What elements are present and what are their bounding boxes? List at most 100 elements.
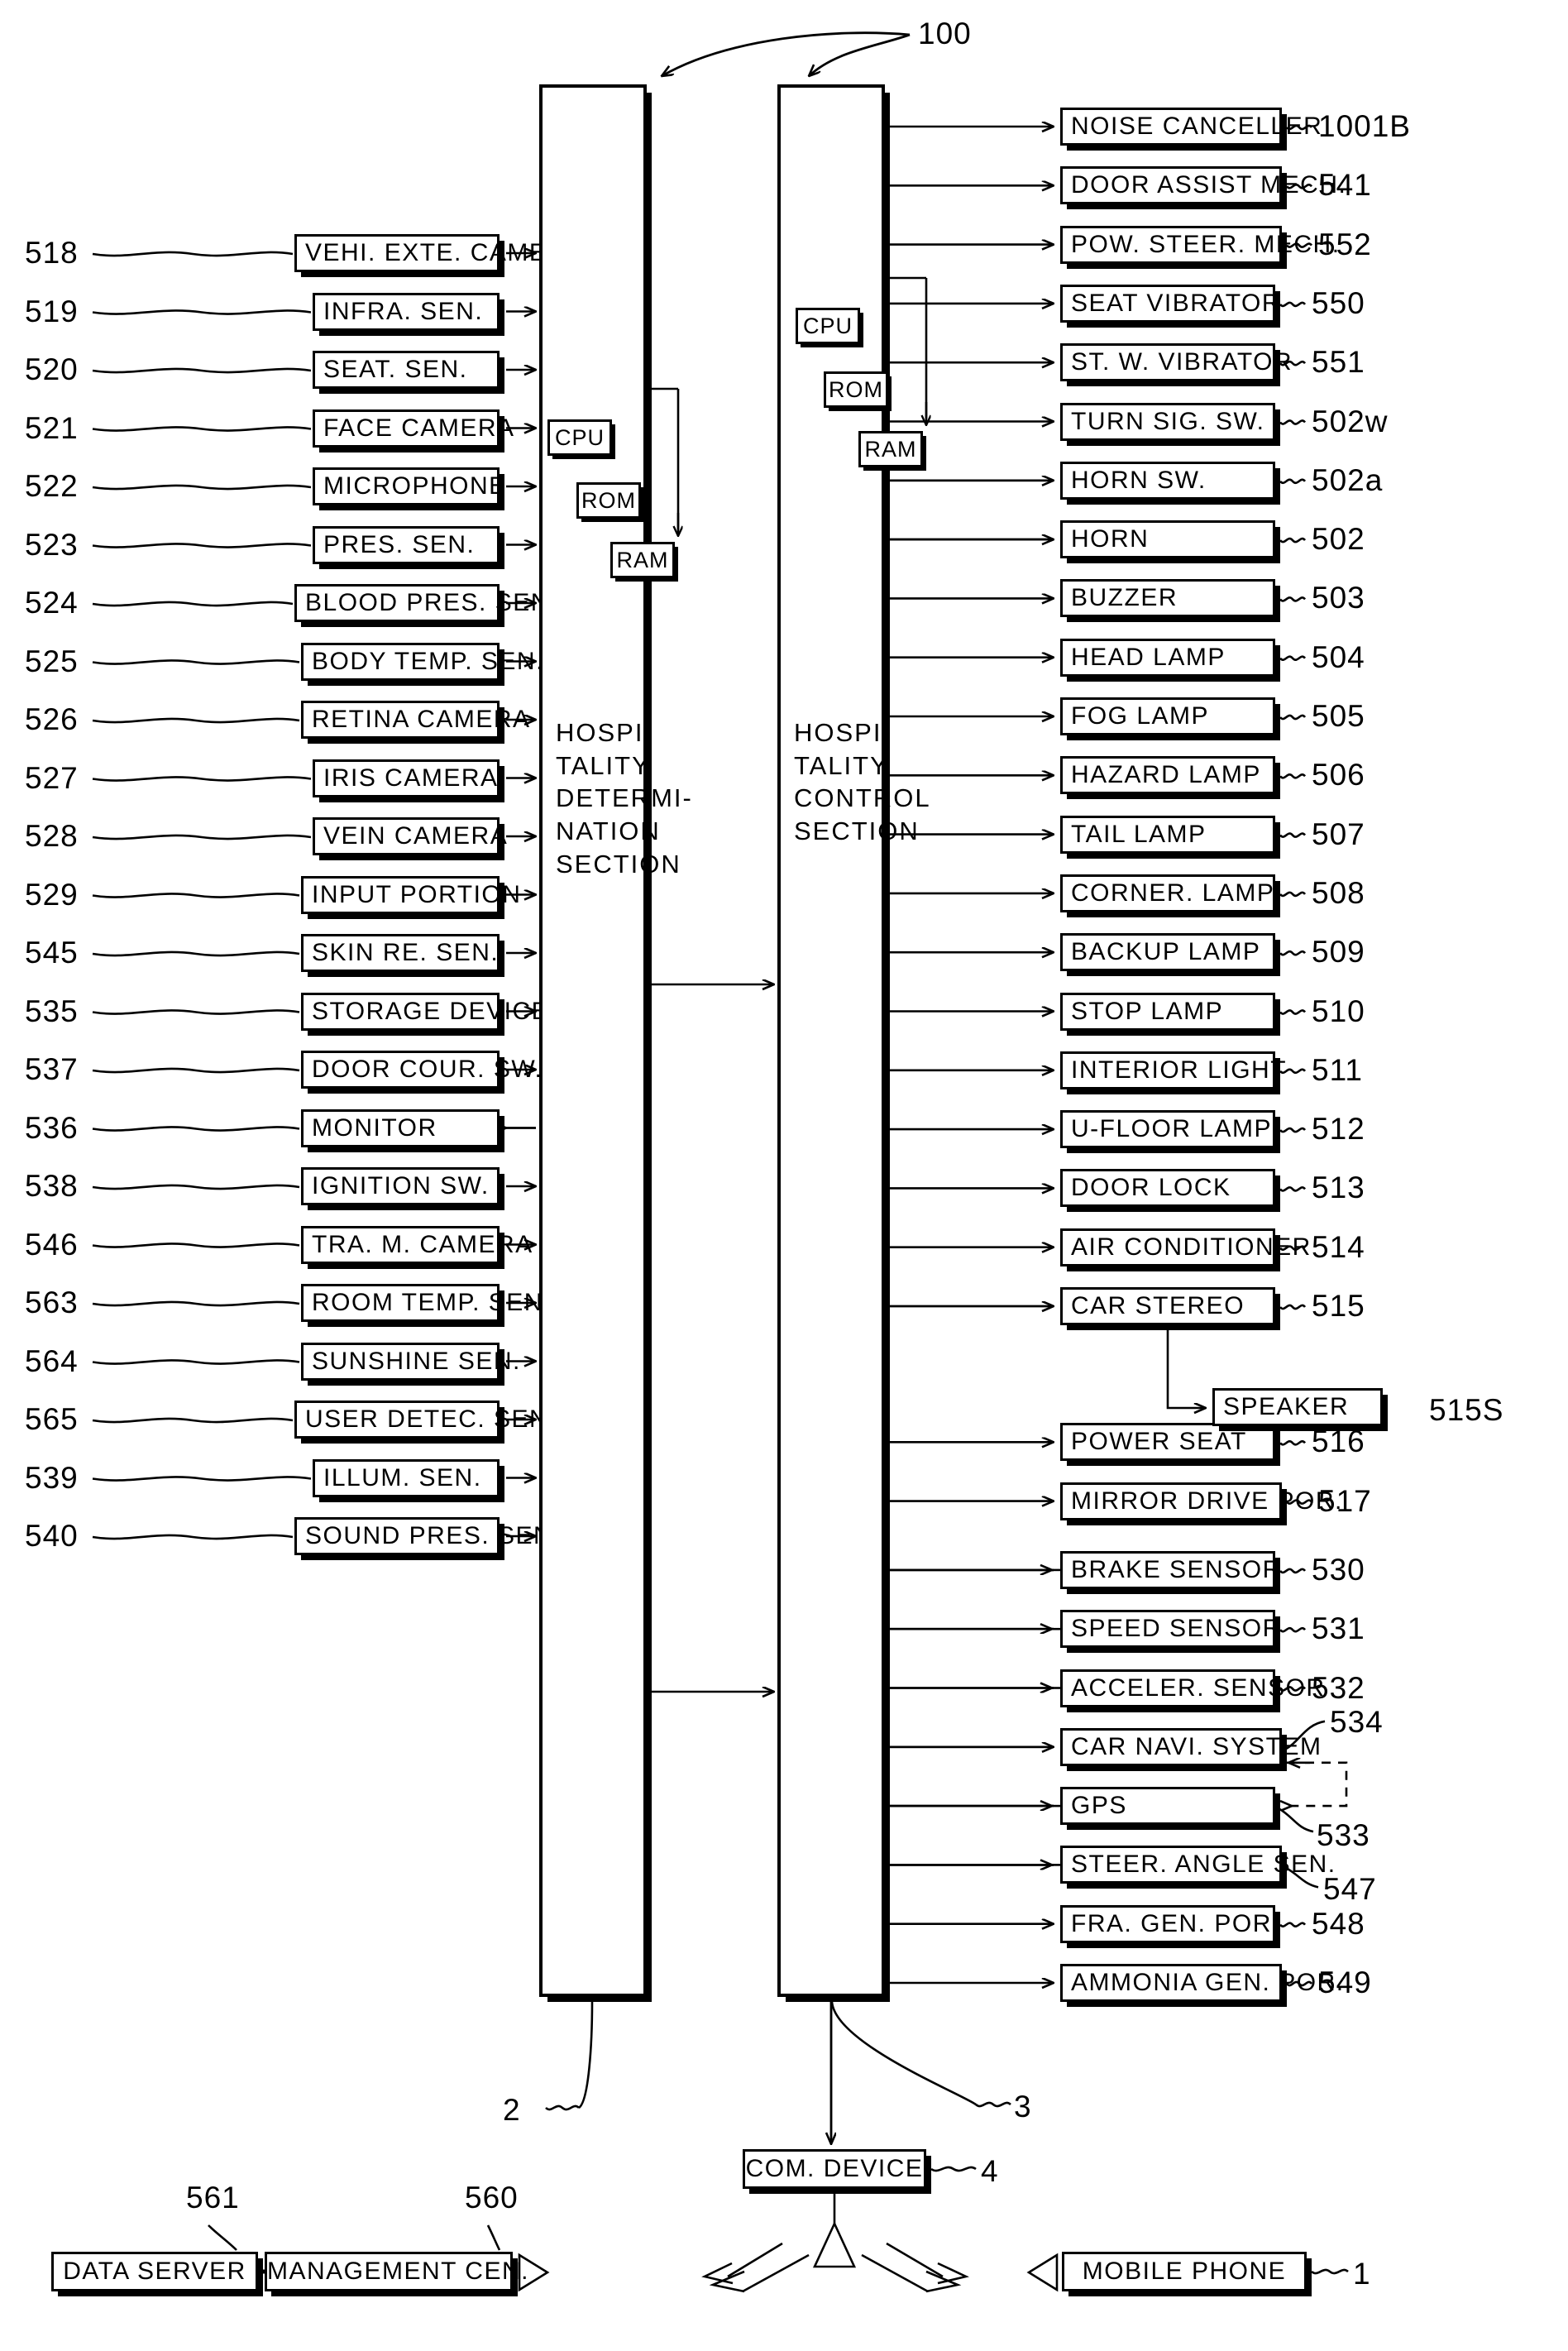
determination-cpu-box: CPU — [547, 419, 612, 456]
management-cen-label: MANAGEMENT CEN. — [267, 2258, 529, 2285]
ref-100: 100 — [918, 17, 972, 50]
input-box-540: SOUND PRES. SEN. — [294, 1517, 560, 1555]
output-label-508: CORNER. LAMP — [1071, 879, 1275, 907]
ref-528: 528 — [25, 819, 79, 853]
input-box-539: ILLUM. SEN. — [313, 1458, 500, 1497]
ref-512: 512 — [1312, 1112, 1365, 1147]
output-label-534: CAR NAVI. SYSTEM — [1071, 1732, 1322, 1760]
speaker-label: SPEAKER — [1223, 1393, 1350, 1420]
input-label-528: VEIN CAMERA — [323, 822, 509, 850]
ref-537: 537 — [25, 1052, 79, 1086]
determination-ram-box: RAM — [610, 542, 675, 578]
control-rom-box: ROM — [824, 371, 888, 408]
input-label-519: INFRA. SEN. — [323, 297, 484, 325]
mobile-phone-label: MOBILE PHONE — [1082, 2258, 1287, 2285]
output-label-552: POW. STEER. MECH. — [1071, 230, 1341, 258]
input-label-537: DOOR COUR. SW. — [312, 1056, 543, 1083]
ref-510: 510 — [1312, 994, 1365, 1028]
output-label-515: CAR STEREO — [1071, 1292, 1245, 1319]
input-label-524: BLOOD PRES. SEN. — [305, 589, 558, 616]
determination-rom-box: ROM — [576, 482, 641, 519]
output-box-510: STOP LAMP — [1060, 992, 1275, 1031]
input-box-563: ROOM TEMP. SEN. — [301, 1284, 550, 1322]
ref-565: 565 — [25, 1402, 79, 1436]
output-label-511: INTERIOR LIGHT — [1071, 1056, 1288, 1084]
ref-536: 536 — [25, 1110, 79, 1145]
ref-522: 522 — [25, 469, 79, 503]
input-label-565: USER DETEC. SEN. — [305, 1405, 557, 1433]
ref-4: 4 — [981, 2154, 999, 2188]
ref-534: 534 — [1330, 1704, 1384, 1739]
ref-564: 564 — [25, 1343, 79, 1378]
input-box-528: VEIN CAMERA — [313, 817, 507, 855]
output-label-531: SPEED SENSOR — [1071, 1615, 1282, 1643]
output-box-534: CAR NAVI. SYSTEM — [1060, 1727, 1321, 1766]
determination-section-label: HOSPI- TALITY DETERMI- NATION SECTION — [556, 718, 693, 879]
ref-547: 547 — [1323, 1872, 1377, 1907]
output-box-533: GPS — [1060, 1787, 1275, 1826]
ref-533: 533 — [1317, 1818, 1370, 1853]
input-label-536: MONITOR — [312, 1113, 437, 1142]
input-box-529: INPUT PORTION — [301, 875, 520, 914]
input-label-518: VEHI. EXTE. CAMERA — [305, 239, 585, 266]
input-label-529: INPUT PORTION — [312, 880, 522, 908]
output-box-551: ST. W. VIBRATOR — [1060, 343, 1292, 382]
patent-figure: 518 519 520 521 522 523 524 525 526 527 528 529 545 5… — [0, 0, 1568, 2351]
input-box-523: PRES. SEN. — [313, 525, 500, 564]
output-box-502w: TURN SIG. SW. — [1060, 402, 1275, 441]
output-label-504: HEAD LAMP — [1071, 643, 1226, 671]
output-box-515: CAR STEREO — [1060, 1287, 1275, 1325]
input-label-540: SOUND PRES. SEN. — [305, 1522, 562, 1549]
ref-539: 539 — [25, 1460, 79, 1495]
output-label-541: DOOR ASSIST MECH. — [1071, 171, 1347, 199]
output-label-514: AIR CONDITIONER — [1071, 1233, 1312, 1261]
input-box-525: BODY TEMP. SEN. — [301, 642, 543, 681]
input-box-564: SUNSHINE SEN. — [301, 1342, 519, 1381]
output-label-502a: HORN SW. — [1071, 466, 1207, 494]
ref-551: 551 — [1312, 345, 1365, 380]
ref-521: 521 — [25, 410, 79, 445]
ref-530: 530 — [1312, 1552, 1365, 1587]
output-label-551: ST. W. VIBRATOR — [1071, 348, 1293, 376]
ref-1: 1 — [1353, 2257, 1371, 2291]
ref-519: 519 — [25, 294, 79, 328]
ref-502a: 502a — [1312, 462, 1384, 497]
ref-524: 524 — [25, 586, 79, 620]
output-box-1001B: NOISE CANCELLER — [1060, 108, 1322, 146]
output-label-512: U-FLOOR LAMP — [1071, 1115, 1273, 1143]
output-box-511: INTERIOR LIGHT — [1060, 1051, 1286, 1089]
input-box-535: STORAGE DEVICE — [301, 992, 548, 1031]
input-label-545: SKIN RE. SEN. — [312, 939, 500, 966]
input-box-545: SKIN RE. SEN. — [301, 934, 500, 972]
input-box-565: USER DETEC. SEN. — [294, 1401, 556, 1439]
output-label-502: HORN — [1071, 525, 1150, 553]
output-label-502w: TURN SIG. SW. — [1071, 407, 1265, 435]
input-label-526: RETINA CAMERA — [312, 706, 531, 733]
speaker-box: SPEAKER — [1212, 1388, 1383, 1426]
management-cen-box: MANAGEMENT CEN. — [265, 2252, 529, 2291]
ref-515S: 515S — [1429, 1393, 1504, 1427]
output-label-513: DOOR LOCK — [1071, 1174, 1231, 1202]
ref-1001B: 1001B — [1318, 109, 1411, 143]
input-label-546: TRA. M. CAMERA — [312, 1230, 533, 1258]
output-label-509: BACKUP LAMP — [1071, 938, 1261, 966]
output-label-510: STOP LAMP — [1071, 997, 1224, 1025]
output-label-1001B: NOISE CANCELLER — [1071, 113, 1323, 140]
output-label-549: AMMONIA GEN. POR. — [1071, 1969, 1345, 1996]
ref-518: 518 — [25, 236, 79, 270]
output-label-548: FRA. GEN. POR. — [1071, 1909, 1280, 1937]
ref-529: 529 — [25, 877, 79, 912]
output-label-507: TAIL LAMP — [1071, 820, 1207, 848]
ref-546: 546 — [25, 1227, 79, 1262]
input-box-519: INFRA. SEN. — [313, 292, 500, 331]
output-box-507: TAIL LAMP — [1060, 815, 1275, 854]
control-cpu-box: CPU — [796, 308, 860, 344]
ref-515: 515 — [1312, 1289, 1365, 1323]
ref-560: 560 — [465, 2181, 519, 2215]
ref-2: 2 — [503, 2093, 521, 2127]
ref-531: 531 — [1312, 1611, 1365, 1646]
input-box-521: FACE CAMERA — [313, 409, 514, 448]
input-box-546: TRA. M. CAMERA — [301, 1225, 532, 1264]
input-box-537: DOOR COUR. SW. — [301, 1051, 542, 1089]
input-label-523: PRES. SEN. — [323, 530, 476, 558]
